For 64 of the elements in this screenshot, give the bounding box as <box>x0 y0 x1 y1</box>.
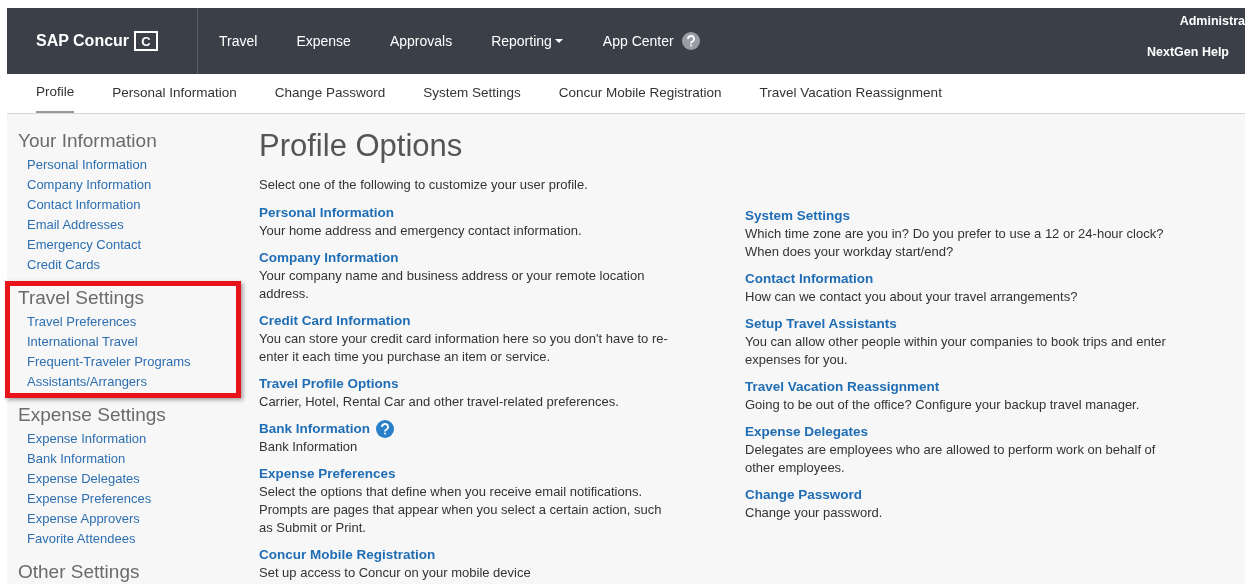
page-title: Profile Options <box>259 128 464 164</box>
option-link[interactable]: System Settings <box>745 206 851 225</box>
option-description: Delegates are employees who are allowed to perform work on behalf of other employees. <box>745 440 1157 477</box>
option-link[interactable]: Personal Information <box>259 203 395 222</box>
nav-link[interactable]: Approvals <box>389 30 453 52</box>
option-link[interactable]: Credit Card Information <box>259 311 411 330</box>
nav-link[interactable]: App Center <box>602 30 674 52</box>
option-description: Your company name and business address or your remote location address. <box>259 266 646 303</box>
section-heading: Other Settings <box>18 560 141 584</box>
section-heading: Expense Settings <box>18 403 167 427</box>
option-description: You can store your credit card information here so you don't have to re-enter it each time you purchase an item or service. <box>259 329 669 366</box>
help-link[interactable]: NextGen Help <box>1147 43 1229 62</box>
profile-tab[interactable]: Personal Information <box>112 74 237 113</box>
app-logo[interactable]: SAP Concur <box>36 29 130 53</box>
sidebar-link[interactable]: Frequent-Traveler Programs <box>18 352 191 372</box>
nav-link[interactable]: Expense <box>296 30 351 52</box>
user-menu[interactable]: Administra <box>1179 12 1245 31</box>
option-description: Select the options that define when you receive email notifications. Prompts are pages that appear when you select a certain action, such as Submit or Print. <box>259 482 663 537</box>
logo-mark: C <box>134 31 159 51</box>
sidebar-link[interactable]: Travel Preferences <box>18 312 137 332</box>
option-description: Carrier, Hotel, Rental Car and other travel-related preferences. <box>259 392 620 411</box>
profile-tab[interactable]: Travel Vacation Reassignment <box>759 74 942 113</box>
option-description: Bank Information <box>259 437 359 456</box>
option-link[interactable]: Bank Information <box>259 419 370 438</box>
section-heading: Your Information <box>18 129 158 153</box>
option-description: Which time zone are you in? Do you prefer to use a 12 or 24-hour clock? When does your workday start/end? <box>745 224 1165 261</box>
sidebar-link[interactable]: Expense Information <box>18 429 147 449</box>
section-heading: Travel Settings <box>18 286 145 310</box>
profile-tab[interactable]: Concur Mobile Registration <box>558 74 722 113</box>
option-description: Set up access to Concur on your mobile device <box>259 563 532 582</box>
option-link[interactable]: Expense Preferences <box>259 464 396 483</box>
sidebar-link[interactable]: Company Information <box>18 175 152 195</box>
option-link[interactable]: Expense Delegates <box>745 422 869 441</box>
option-description: Change your password. <box>745 503 884 522</box>
option-link[interactable]: Contact Information <box>745 269 874 288</box>
option-link[interactable]: Setup Travel Assistants <box>745 314 897 333</box>
sidebar-link[interactable]: Bank Information <box>18 449 126 469</box>
option-link[interactable]: Travel Profile Options <box>259 374 399 393</box>
option-link[interactable]: Concur Mobile Registration <box>259 545 436 564</box>
caret-icon <box>553 38 564 44</box>
sidebar-link[interactable]: Email Addresses <box>18 215 124 235</box>
sidebar-link[interactable]: Contact Information <box>18 195 141 215</box>
sidebar-link[interactable]: Assistants/Arrangers <box>18 372 147 392</box>
option-link[interactable]: Company Information <box>259 248 399 267</box>
intro-text: Select one of the following to customize your user profile. <box>259 176 589 194</box>
option-description: Going to be out of the office? Configure your backup travel manager. <box>745 395 1141 414</box>
option-link[interactable]: Change Password <box>745 485 863 504</box>
nav-link[interactable]: Travel <box>219 30 258 52</box>
sidebar-link[interactable]: Personal Information <box>18 155 147 175</box>
help-icon[interactable] <box>681 32 700 50</box>
profile-tab[interactable]: System Settings <box>423 74 521 113</box>
option-description: Your home address and emergency contact information. <box>259 221 583 240</box>
option-description: You can allow other people within your companies to book trips and enter expenses for you. <box>745 332 1167 369</box>
option-description: How can we contact you about your travel arrangements? <box>745 287 1079 306</box>
nav-link[interactable]: Reporting <box>491 30 564 52</box>
sidebar-link[interactable]: Credit Cards <box>18 255 100 275</box>
sidebar-link[interactable]: Expense Approvers <box>18 509 140 529</box>
sidebar-link[interactable]: Expense Delegates <box>18 469 140 489</box>
sidebar-link[interactable]: Expense Preferences <box>18 489 152 509</box>
sidebar-link[interactable]: Emergency Contact <box>18 235 142 255</box>
sidebar-link[interactable]: Favorite Attendees <box>18 529 136 549</box>
option-link[interactable]: Travel Vacation Reassignment <box>745 377 940 396</box>
profile-tab[interactable]: Change Password <box>274 74 386 113</box>
sidebar-link[interactable]: International Travel <box>18 332 138 352</box>
